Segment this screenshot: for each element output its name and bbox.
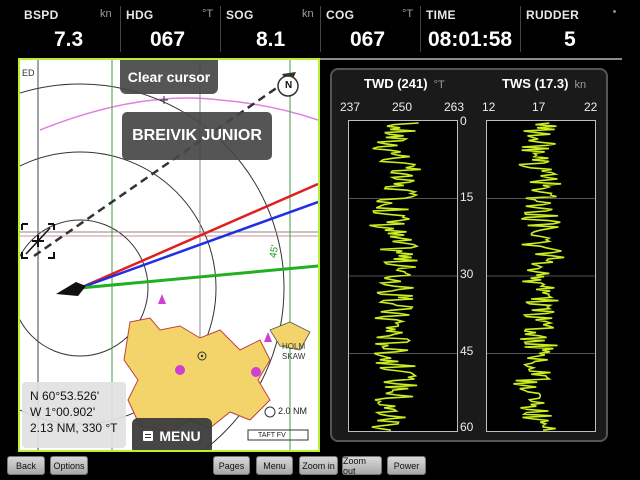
time-tick-0: 0 (460, 114, 467, 128)
menu-icon (143, 431, 154, 441)
tws-title-text: TWS (17.3) (502, 76, 569, 91)
tws-tick-mid: 17 (532, 100, 546, 114)
north-label: N (285, 80, 293, 91)
wind-trace-line (369, 122, 421, 431)
range-bearing-value: 2.13 NM, 330 °T (30, 421, 118, 435)
chart-panel[interactable]: ED N 45' HOLM SKAW 2.0 NM TAFT FV Clear … (18, 58, 320, 452)
place-label-skaw: SKAW (282, 352, 306, 361)
instrument-bar: BSPD kn 7.3 HDG °T 067 SOG kn 8.1 COG °T… (18, 0, 622, 60)
rudder-label: RUDDER (526, 8, 580, 22)
tws-trace (487, 122, 595, 431)
options-button[interactable]: Options (50, 456, 88, 475)
sog-value: 8.1 (256, 28, 286, 51)
wind-history-panel[interactable]: TWD (241) °T TWS (17.3) kn 237 250 263 12 … (330, 68, 608, 442)
hdg-label: HDG (126, 8, 154, 22)
ed-label: ED (22, 68, 35, 78)
twd-title: TWD (241) °T (364, 76, 445, 91)
chart-menu-label: MENU (159, 428, 201, 444)
back-button[interactable]: Back (7, 456, 45, 475)
cog-unit: °T (402, 8, 414, 20)
cog-line (79, 200, 318, 290)
time-tick-45: 45 (460, 344, 474, 358)
latitude-value: N 60°53.526' (30, 389, 100, 403)
rudder-value: 5 (564, 28, 576, 51)
cog-instrument[interactable]: COG °T 067 (320, 0, 420, 58)
status-dot-icon (613, 10, 616, 13)
bspd-instrument[interactable]: BSPD kn 7.3 (18, 0, 120, 58)
bspd-value: 7.3 (54, 28, 84, 51)
longitude-value: W 1°00.902' (30, 405, 96, 419)
zoom-in-button[interactable]: Zoom in (299, 456, 338, 475)
range-label: 2.0 NM (278, 406, 308, 416)
tws-tick-max: 22 (584, 100, 598, 114)
twd-tick-max: 263 (444, 100, 465, 114)
menu-button[interactable]: Menu (256, 456, 293, 475)
twd-unit: °T (433, 79, 445, 91)
twd-tick-mid: 250 (392, 100, 413, 114)
time-tick-30: 30 (460, 267, 474, 281)
hdg-value: 067 (150, 28, 186, 51)
hdg-unit: °T (202, 8, 214, 20)
tws-tick-min: 12 (482, 100, 496, 114)
twd-tick-min: 237 (340, 100, 361, 114)
chart-menu-button[interactable]: MENU (132, 418, 212, 450)
twd-title-text: TWD (241) (364, 76, 428, 91)
tws-unit: kn (574, 79, 587, 91)
zoom-out-button[interactable]: Zoom out (342, 456, 382, 476)
sog-unit: kn (302, 8, 314, 20)
wind-trace-line (513, 122, 565, 431)
twd-trace (349, 122, 457, 431)
bearing-line (79, 264, 318, 290)
twd-plot (348, 120, 458, 432)
rudder-instrument[interactable]: RUDDER 5 (520, 0, 620, 58)
sog-label: SOG (226, 8, 254, 22)
scale-label: TAFT FV (258, 432, 286, 439)
position-readout: N 60°53.526' W 1°00.902' 2.13 NM, 330 °T (22, 382, 126, 448)
land-mass (123, 317, 271, 433)
power-button[interactable]: Power (387, 456, 426, 475)
clear-cursor-button[interactable]: Clear cursor (120, 60, 218, 94)
hdg-instrument[interactable]: HDG °T 067 (120, 0, 220, 58)
place-label-holm: HOLM (282, 342, 306, 351)
time-value: 08:01:58 (428, 28, 513, 51)
pages-button[interactable]: Pages (213, 456, 250, 475)
tws-title: TWS (17.3) kn (502, 76, 586, 91)
vessel-name-popup[interactable]: BREIVIK JUNIOR (122, 112, 272, 160)
vessel-icon[interactable] (56, 282, 86, 296)
cog-label: COG (326, 8, 355, 22)
bearing-label: 45' (267, 244, 282, 259)
time-tick-15: 15 (460, 190, 474, 204)
cursor-line (33, 78, 289, 258)
bottom-toolbar: Back Options Pages Menu Zoom in Zoom out… (0, 452, 640, 480)
time-label: TIME (426, 8, 456, 22)
time-instrument[interactable]: TIME 08:01:58 (420, 0, 520, 58)
bspd-label: BSPD (24, 8, 59, 22)
time-tick-60: 60 (460, 420, 474, 434)
cog-value: 067 (350, 28, 386, 51)
sog-instrument[interactable]: SOG kn 8.1 (220, 0, 320, 58)
bspd-unit: kn (100, 8, 112, 20)
tws-plot (486, 120, 596, 432)
